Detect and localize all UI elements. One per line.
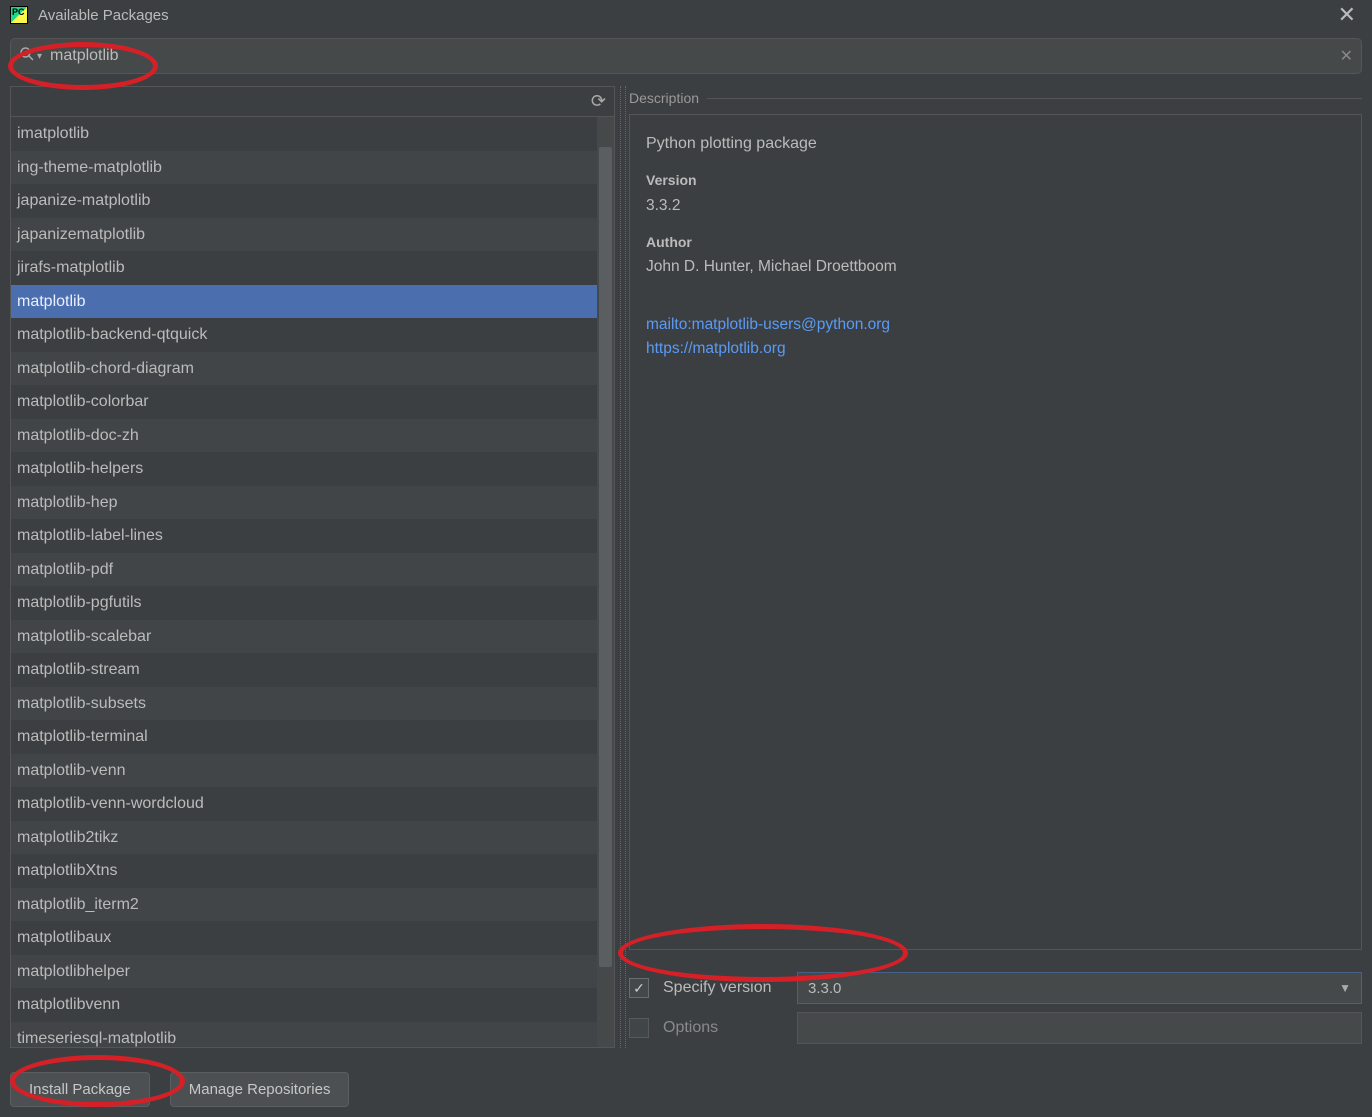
search-field-container: ▾ ✕	[10, 38, 1362, 74]
specify-version-row: Specify version 3.3.0 ▼	[629, 968, 1362, 1008]
list-item[interactable]: matplotlib-scalebar	[11, 620, 614, 654]
search-caret-icon[interactable]: ▾	[37, 51, 42, 62]
window-title: Available Packages	[38, 7, 169, 24]
list-item[interactable]: jirafs-matplotlib	[11, 251, 614, 285]
version-select[interactable]: 3.3.0 ▼	[797, 972, 1362, 1004]
search-input[interactable]	[50, 47, 1340, 65]
refresh-icon[interactable]: ⟳	[591, 91, 606, 112]
install-package-button[interactable]: Install Package	[10, 1072, 150, 1107]
list-item[interactable]: matplotlibaux	[11, 921, 614, 955]
options-input[interactable]	[797, 1012, 1362, 1044]
list-item[interactable]: matplotlib-backend-qtquick	[11, 318, 614, 352]
homepage-link[interactable]: https://matplotlib.org	[646, 338, 1345, 360]
list-item[interactable]: matplotlib-chord-diagram	[11, 352, 614, 386]
version-select-value: 3.3.0	[808, 980, 841, 997]
list-item[interactable]: matplotlib-subsets	[11, 687, 614, 721]
list-item[interactable]: matplotlib-pgfutils	[11, 586, 614, 620]
list-item[interactable]: matplotlib-venn	[11, 754, 614, 788]
list-item[interactable]: matplotlib-colorbar	[11, 385, 614, 419]
specify-version-checkbox[interactable]	[629, 978, 649, 998]
package-list-panel: ⟳ imatplotlibing-theme-matplotlibjapaniz…	[10, 86, 615, 1048]
app-icon	[10, 6, 28, 24]
options-checkbox[interactable]	[629, 1018, 649, 1038]
list-item[interactable]: matplotlib-label-lines	[11, 519, 614, 553]
title-bar: Available Packages ✕	[0, 0, 1372, 30]
list-item[interactable]: ing-theme-matplotlib	[11, 151, 614, 185]
splitter[interactable]	[615, 86, 629, 1048]
version-heading: Version	[646, 171, 1345, 191]
chevron-down-icon: ▼	[1339, 981, 1351, 995]
list-item[interactable]: japanize-matplotlib	[11, 184, 614, 218]
list-item[interactable]: matplotlib-helpers	[11, 452, 614, 486]
list-item[interactable]: matplotlib-stream	[11, 653, 614, 687]
list-item[interactable]: matplotlib-venn-wordcloud	[11, 787, 614, 821]
specify-version-label: Specify version	[663, 979, 783, 997]
description-label: Description	[629, 86, 1362, 114]
list-item[interactable]: matplotlib-pdf	[11, 553, 614, 587]
description-body: Python plotting package Version 3.3.2 Au…	[629, 114, 1362, 950]
search-icon	[19, 46, 35, 66]
options-label: Options	[663, 1019, 783, 1037]
list-item[interactable]: matplotlib_iterm2	[11, 888, 614, 922]
list-item[interactable]: matplotlib2tikz	[11, 821, 614, 855]
close-icon[interactable]: ✕	[1332, 2, 1362, 28]
list-item[interactable]: matplotlib-hep	[11, 486, 614, 520]
list-item[interactable]: matplotlibvenn	[11, 988, 614, 1022]
package-list[interactable]: imatplotlibing-theme-matplotlibjapanize-…	[11, 117, 614, 1047]
mailto-link[interactable]: mailto:matplotlib-users@python.org	[646, 314, 1345, 336]
author-value: John D. Hunter, Michael Droettboom	[646, 256, 1345, 278]
scrollbar-thumb[interactable]	[599, 147, 612, 967]
version-value: 3.3.2	[646, 195, 1345, 217]
list-item[interactable]: timeseriesql-matplotlib	[11, 1022, 614, 1048]
list-item[interactable]: matplotlib-terminal	[11, 720, 614, 754]
list-item[interactable]: matplotlib-doc-zh	[11, 419, 614, 453]
options-row: Options	[629, 1008, 1362, 1048]
list-item[interactable]: matplotlibXtns	[11, 854, 614, 888]
list-item[interactable]: matplotlib	[11, 285, 614, 319]
package-summary: Python plotting package	[646, 133, 1345, 155]
description-panel: Description Python plotting package Vers…	[629, 86, 1362, 1048]
manage-repositories-button[interactable]: Manage Repositories	[170, 1072, 350, 1107]
list-item[interactable]: japanizematplotlib	[11, 218, 614, 252]
clear-search-icon[interactable]: ✕	[1340, 46, 1353, 66]
list-item[interactable]: matplotlibhelper	[11, 955, 614, 989]
author-heading: Author	[646, 233, 1345, 253]
scrollbar[interactable]	[597, 117, 614, 1047]
list-item[interactable]: imatplotlib	[11, 117, 614, 151]
